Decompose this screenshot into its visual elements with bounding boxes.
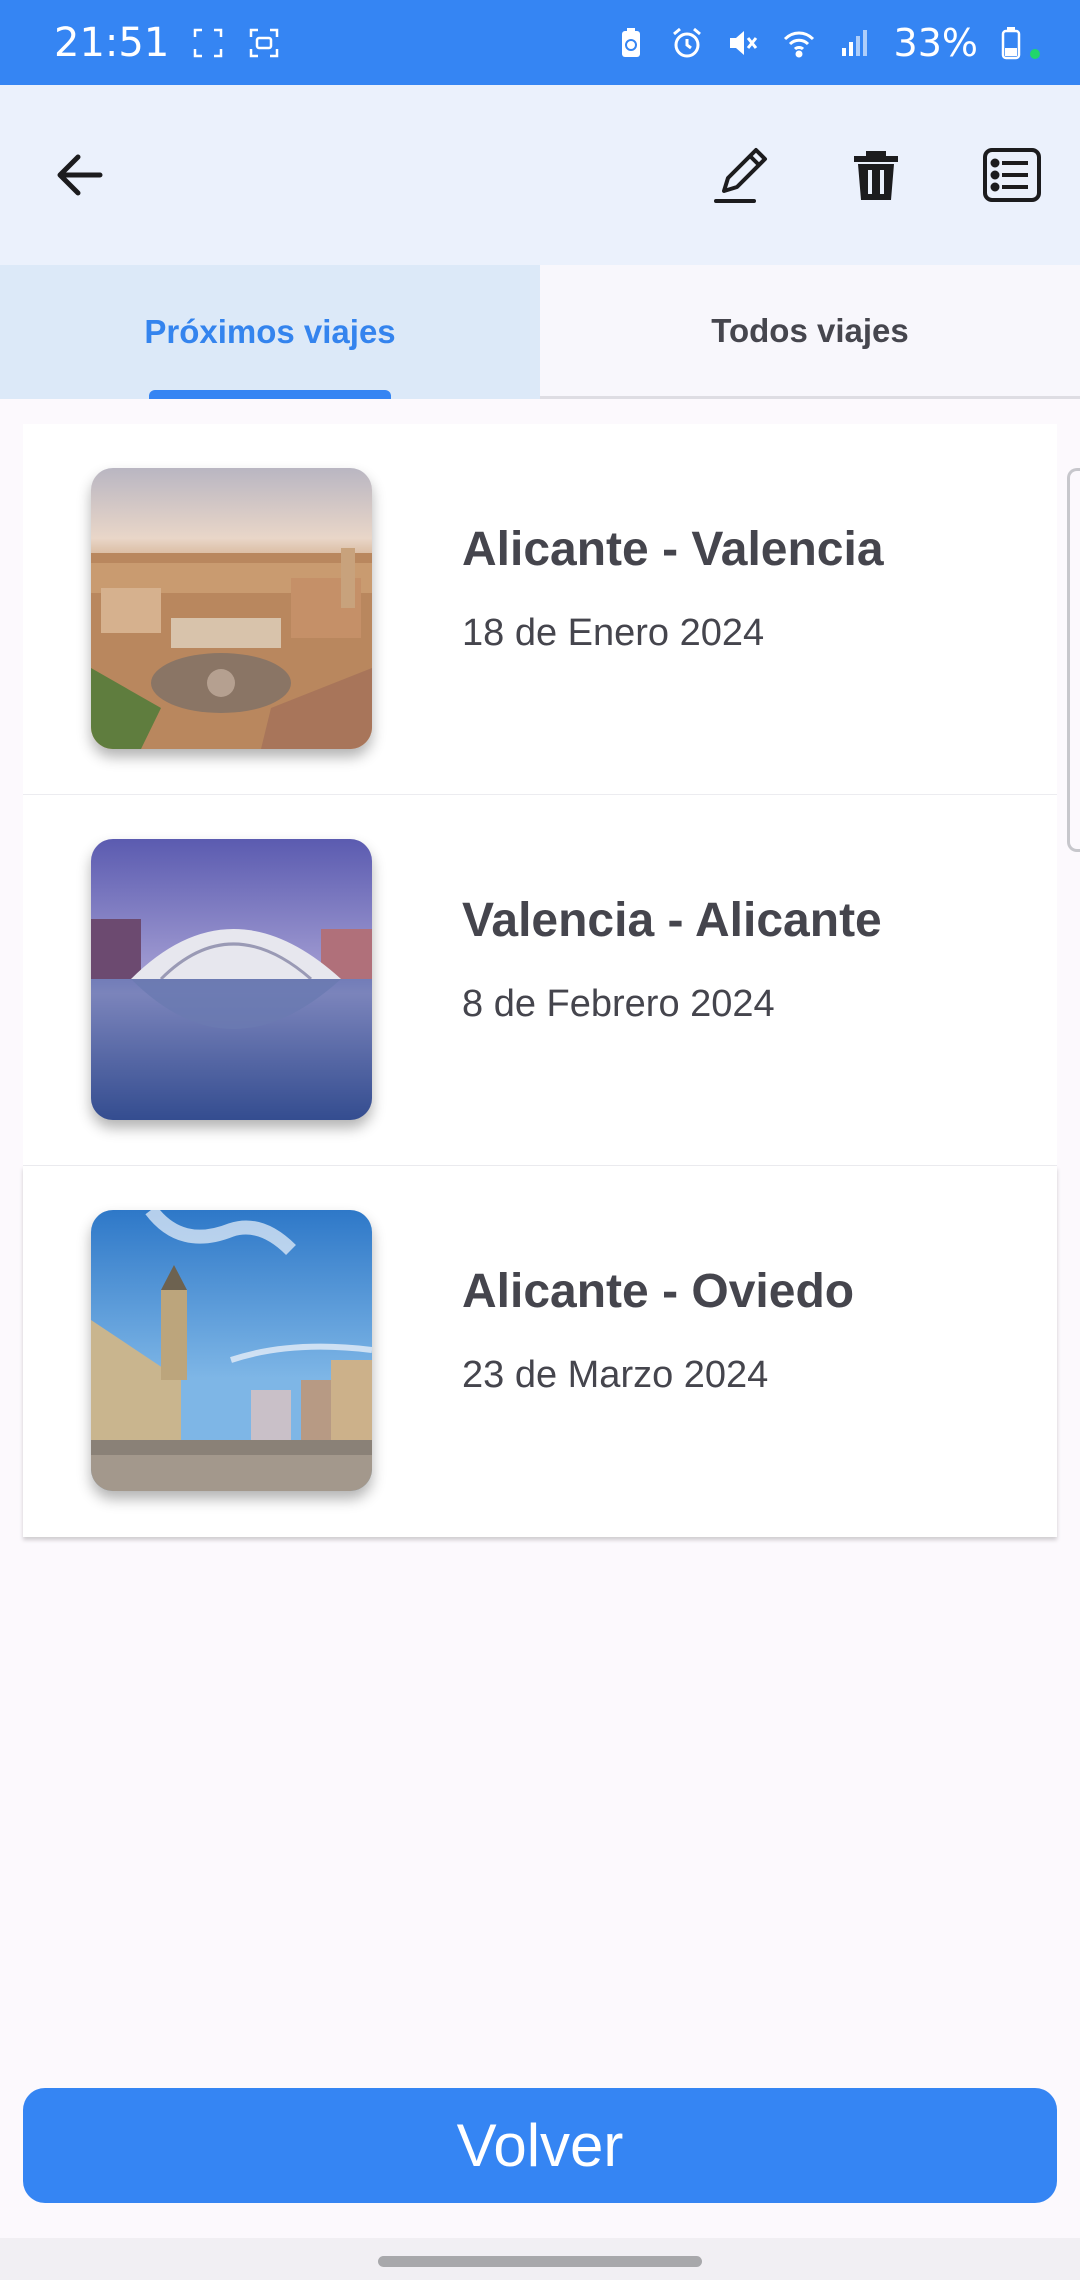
delete-button[interactable]: [834, 133, 918, 217]
trip-item[interactable]: Alicante - Oviedo 23 de Marzo 2024: [23, 1166, 1057, 1537]
status-bar: 21:51 33%: [0, 0, 1080, 85]
battery-icon: [1000, 26, 1022, 60]
tab-bar: Próximos viajes Todos viajes: [0, 265, 1080, 399]
battery-percent: 33%: [893, 20, 978, 65]
home-gesture-handle[interactable]: [378, 2256, 702, 2267]
scrollbar[interactable]: [1067, 468, 1080, 852]
trip-list: Alicante - Valencia 18 de Enero 2024 Val…: [23, 424, 1057, 1537]
trip-title: Alicante - Oviedo: [462, 1265, 855, 1318]
trip-date: 18 de Enero 2024: [462, 612, 765, 654]
tab-proximos-viajes[interactable]: Próximos viajes: [0, 265, 540, 399]
trip-thumbnail-ciudad-artes: [91, 839, 372, 1120]
tab-indicator: [149, 390, 391, 399]
trip-title: Alicante - Valencia: [462, 523, 884, 576]
trip-thumbnail-valencia: [91, 468, 372, 749]
list-button[interactable]: [970, 133, 1054, 217]
trip-thumbnail-oviedo: [91, 1210, 372, 1491]
tab-label: Próximos viajes: [144, 313, 396, 350]
privacy-indicator: [1030, 48, 1040, 59]
battery-saver-icon: [614, 26, 648, 60]
tab-todos-viajes[interactable]: Todos viajes: [540, 265, 1080, 399]
signal-icon: [838, 26, 872, 60]
status-time: 21:51: [54, 19, 170, 66]
arrow-back-icon: [57, 154, 103, 196]
trip-title: Valencia - Alicante: [462, 894, 882, 947]
delete-icon: [854, 151, 898, 200]
volver-button[interactable]: Volver: [23, 2088, 1057, 2203]
mute-icon: [726, 26, 760, 60]
trip-item[interactable]: Valencia - Alicante 8 de Febrero 2024: [23, 795, 1057, 1166]
list-icon: [983, 148, 1041, 202]
edit-icon: [714, 148, 767, 203]
screen-record-icon: [247, 26, 281, 60]
trip-date: 23 de Marzo 2024: [462, 1354, 769, 1396]
wifi-icon: [782, 26, 816, 60]
alarm-icon: [670, 26, 704, 60]
app-bar: [0, 85, 1080, 265]
trip-date: 8 de Febrero 2024: [462, 983, 775, 1025]
back-button[interactable]: [38, 133, 122, 217]
edit-button[interactable]: [700, 133, 784, 217]
tab-label: Todos viajes: [711, 311, 909, 349]
navigation-bar: [0, 2238, 1080, 2280]
screenshot-icon: [191, 26, 225, 60]
trip-item[interactable]: Alicante - Valencia 18 de Enero 2024: [23, 424, 1057, 795]
